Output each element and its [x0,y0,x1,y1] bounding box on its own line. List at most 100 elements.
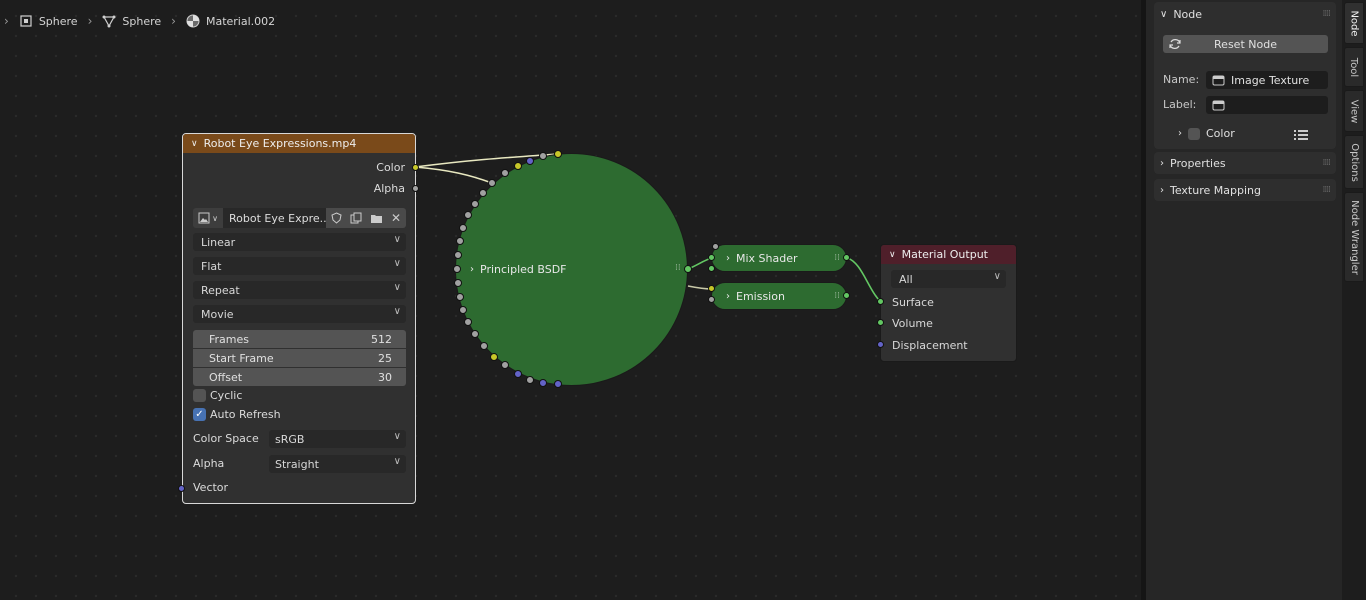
image-icon [198,212,210,224]
interpolation-dropdown[interactable]: Linear ∨ [193,233,406,251]
extension-dropdown[interactable]: Repeat ∨ [193,281,406,299]
chevron-down-icon: ∨ [993,271,1001,282]
material-output-title: Material Output [901,248,988,261]
open-file-button[interactable] [366,208,386,228]
link-alpha-to-bsdf [414,166,493,184]
output-color-socket[interactable] [412,164,419,171]
chevron-right-icon[interactable]: › [726,291,730,302]
output-color-label: Color [376,161,405,174]
drag-grip-icon[interactable]: ⁞⁞⁞⁞ [1323,185,1332,195]
node-panel-header[interactable]: ∨ Node ⁞⁞⁞⁞ [1154,3,1336,25]
reset-node-button[interactable]: Reset Node [1163,35,1328,53]
node-label-field[interactable] [1206,96,1328,114]
chevron-right-icon[interactable]: › [470,264,474,275]
color-space-dropdown[interactable]: sRGB ∨ [269,430,406,448]
tab-node-wrangler[interactable]: Node Wrangler [1344,192,1364,282]
material-output-node[interactable]: ∨ Material Output All ∨ Surface Volume D… [880,244,1017,362]
cyclic-checkbox[interactable]: Cyclic [193,389,242,402]
chevron-down-icon: ∨ [393,456,401,467]
image-name-field[interactable]: Robot Eye Expre... [223,208,326,228]
image-browse-button[interactable]: ∨ [193,208,223,228]
mix-output-socket[interactable] [843,254,850,261]
node-header[interactable]: ∨ Robot Eye Expressions.mp4 [183,134,415,153]
tab-node[interactable]: Node [1344,2,1364,44]
texture-mapping-panel-header[interactable]: › Texture Mapping ⁞⁞⁞⁞ [1154,179,1336,201]
chevron-down-icon: ∨ [393,282,401,293]
drag-handle-icon[interactable]: ⁞⁞ [675,263,681,273]
color-checkbox[interactable] [1188,127,1200,140]
collapse-chevron-icon[interactable]: ∨ [191,139,198,149]
properties-panel-header[interactable]: › Properties ⁞⁞⁞⁞ [1154,152,1336,174]
reset-icon [1169,39,1181,49]
offset-field[interactable]: Offset 30 [193,368,406,386]
folder-icon [370,214,382,223]
tab-options[interactable]: Options [1344,135,1364,189]
node-header[interactable]: ∨ Material Output [881,245,1016,264]
output-alpha-label: Alpha [373,182,405,195]
mix-shader-a-socket[interactable] [708,254,715,261]
node-editor[interactable]: › Sphere › Sphere › Material.002 ∨ Robot… [0,0,1141,600]
node-name-field[interactable]: Image Texture [1206,71,1328,89]
drag-grip-icon[interactable]: ⁞⁞⁞⁞ [1323,158,1332,168]
tab-view[interactable]: View [1344,90,1364,132]
image-selector: ∨ Robot Eye Expre... ✕ [193,208,406,228]
shield-icon [330,212,342,224]
bsdf-header[interactable]: › Principled BSDF [470,263,567,276]
input-volume-label: Volume [892,317,933,330]
frames-field[interactable]: Frames 512 [193,330,406,348]
mix-shader-node[interactable]: › Mix Shader ⁞⁞ [711,244,847,272]
auto-refresh-checkbox[interactable]: ✓ Auto Refresh [193,408,281,421]
mix-shader-b-socket[interactable] [708,265,715,272]
source-dropdown[interactable]: Movie ∨ [193,305,406,323]
drag-handle-icon[interactable]: ⁞⁞ [834,253,840,263]
start-frame-field[interactable]: Start Frame 25 [193,349,406,367]
tab-tool[interactable]: Tool [1344,47,1364,87]
sidebar-tabs: Node Tool View Options Node Wrangler [1342,0,1366,600]
alpha-mode-dropdown[interactable]: Straight ∨ [269,455,406,473]
chevron-right-icon: › [1178,128,1182,139]
input-displacement-socket[interactable] [877,341,884,348]
fake-user-button[interactable] [326,208,346,228]
image-texture-node[interactable]: ∨ Robot Eye Expressions.mp4 Color Alpha … [178,133,419,504]
chevron-down-icon: ∨ [393,431,401,442]
node-icon [1212,100,1225,111]
emission-output-socket[interactable] [843,292,850,299]
bsdf-title: Principled BSDF [480,263,567,276]
collapse-chevron-icon[interactable]: ∨ [889,250,896,260]
input-displacement-label: Displacement [892,339,968,352]
input-surface-socket[interactable] [877,298,884,305]
emission-color-socket[interactable] [708,285,715,292]
target-dropdown[interactable]: All ∨ [891,270,1006,288]
close-icon: ✕ [390,211,402,225]
sidebar-panel: ∨ Node ⁞⁞⁞⁞ Reset Node Name: Image Textu… [1146,0,1342,600]
checkmark-icon[interactable]: ✓ [193,408,206,421]
projection-dropdown[interactable]: Flat ∨ [193,257,406,275]
chevron-right-icon[interactable]: › [726,253,730,264]
duplicate-button[interactable] [346,208,366,228]
output-alpha-socket[interactable] [412,185,419,192]
color-space-label: Color Space [193,432,259,445]
emission-node[interactable]: › Emission ⁞⁞ [711,282,847,310]
drag-handle-icon[interactable]: ⁞⁞ [834,291,840,301]
input-volume-socket[interactable] [877,319,884,326]
chevron-down-icon: ∨ [393,234,401,245]
input-surface-label: Surface [892,296,934,309]
duplicate-icon [350,212,362,224]
emission-strength-socket[interactable] [708,296,715,303]
list-icon[interactable] [1294,129,1308,141]
chevron-down-icon: ∨ [393,258,401,269]
checkbox-box[interactable] [193,389,206,402]
drag-grip-icon[interactable]: ⁞⁞⁞⁞ [1323,9,1332,19]
chevron-right-icon: › [1160,184,1164,196]
name-label: Name: [1163,73,1200,86]
mix-fac-socket[interactable] [712,243,719,250]
emission-title: Emission [736,289,785,303]
chevron-down-icon: ∨ [212,213,218,223]
unlink-button[interactable]: ✕ [386,208,406,228]
input-vector-socket[interactable] [178,485,185,492]
chevron-down-icon: ∨ [393,306,401,317]
chevron-right-icon: › [1160,157,1164,169]
input-vector-label: Vector [193,481,229,494]
color-subpanel-header[interactable]: › Color [1178,127,1235,140]
link-mix-to-surface [846,257,882,303]
